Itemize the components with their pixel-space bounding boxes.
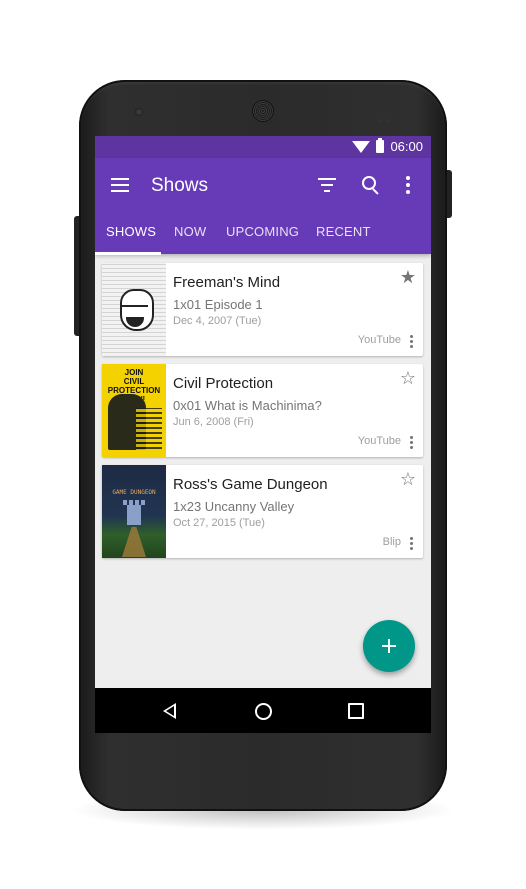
show-title: Civil Protection	[173, 375, 274, 392]
system-nav-bar	[95, 688, 431, 733]
show-poster: GAME DUNGEON	[102, 465, 166, 558]
poster-text: GAME DUNGEON	[112, 489, 156, 496]
home-icon[interactable]	[255, 703, 272, 720]
show-card[interactable]: GAME DUNGEON Ross's Game Dungeon 1x23 Un…	[102, 465, 423, 558]
card-overflow-icon[interactable]	[410, 537, 413, 551]
front-camera	[135, 108, 143, 116]
page-title: Shows	[151, 175, 209, 196]
show-episode: 1x01 Episode 1	[173, 297, 263, 312]
tab-now[interactable]: NOW	[174, 224, 206, 254]
tab-recent[interactable]: RECENT	[316, 224, 371, 254]
show-title: Ross's Game Dungeon	[173, 476, 328, 493]
battery-icon	[376, 138, 385, 153]
add-show-button[interactable]	[363, 620, 415, 672]
overflow-menu-icon[interactable]	[406, 176, 410, 194]
show-card[interactable]: Freeman's Mind 1x01 Episode 1 Dec 4, 200…	[102, 263, 423, 356]
card-overflow-icon[interactable]	[410, 436, 413, 450]
tab-indicator	[95, 252, 161, 255]
app-bar: Shows SHOWS NOW UPCOMING RECENT	[95, 158, 431, 255]
screen: 06:00 Shows SHOWS NOW UPCOMING RECENT Fr…	[95, 136, 431, 733]
show-network: YouTube	[357, 334, 401, 346]
show-network: YouTube	[357, 435, 401, 447]
star-filled-icon[interactable]: ★	[400, 268, 416, 286]
tab-bar: SHOWS NOW UPCOMING RECENT	[95, 222, 431, 254]
back-icon[interactable]	[163, 703, 176, 719]
show-date: Jun 6, 2008 (Fri)	[173, 416, 254, 428]
show-network: Blip	[382, 536, 401, 548]
show-card[interactable]: JOIN CIVIL PROTECTION NOW! Civil Protect…	[102, 364, 423, 457]
show-poster: JOIN CIVIL PROTECTION NOW!	[102, 364, 166, 457]
star-outline-icon[interactable]: ☆	[400, 470, 416, 488]
show-episode: 0x01 What is Machinima?	[173, 398, 322, 413]
card-overflow-icon[interactable]	[410, 335, 413, 349]
filter-icon[interactable]	[318, 178, 336, 192]
tab-shows[interactable]: SHOWS	[106, 224, 156, 254]
status-time: 06:00	[390, 139, 423, 154]
star-outline-icon[interactable]: ☆	[400, 369, 416, 387]
wifi-icon	[352, 141, 371, 153]
proximity-sensor	[378, 110, 394, 123]
show-date: Dec 4, 2007 (Tue)	[173, 315, 262, 327]
show-episode: 1x23 Uncanny Valley	[173, 499, 295, 514]
status-bar: 06:00	[95, 136, 431, 158]
show-title: Freeman's Mind	[173, 274, 281, 291]
earpiece-speaker	[253, 101, 273, 121]
tab-upcoming[interactable]: UPCOMING	[226, 224, 299, 254]
search-icon[interactable]	[362, 176, 380, 195]
show-date: Oct 27, 2015 (Tue)	[173, 517, 265, 529]
recents-icon[interactable]	[348, 703, 364, 719]
show-poster	[102, 263, 166, 356]
menu-icon[interactable]	[111, 178, 129, 192]
